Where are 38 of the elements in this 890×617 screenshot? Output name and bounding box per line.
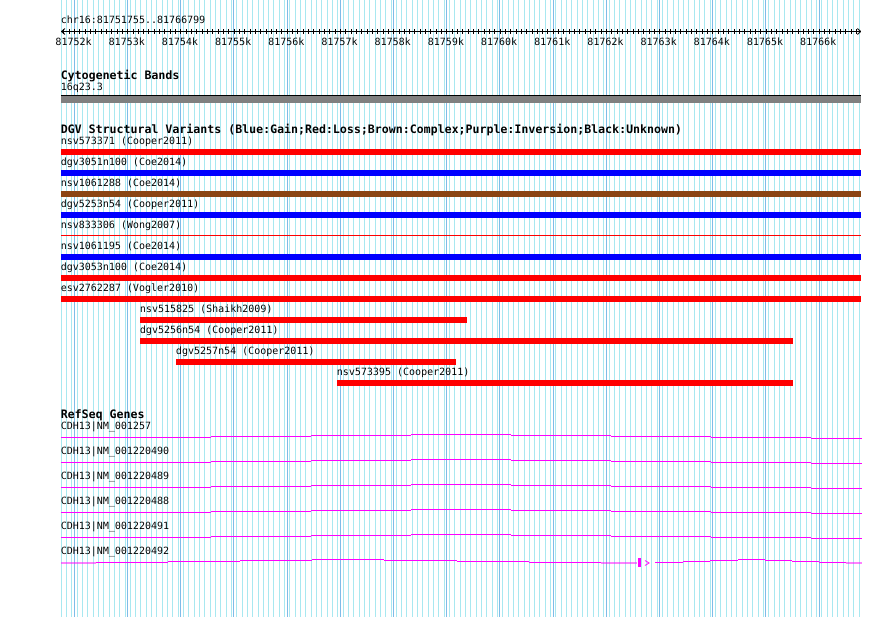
variant-label: dgv5257n54 (Cooper2011) [176, 346, 314, 358]
tick-label: 81757k [321, 37, 358, 49]
tick-label: 81766k [800, 37, 836, 49]
locus-label: chr16:81751755..81766799 [60, 15, 206, 27]
tick-label: 81764k [694, 37, 730, 49]
tick-label: 81755k [214, 37, 252, 49]
tick-label: 81761k [534, 37, 570, 49]
variant-label: nsv1061288 (Coe2014) [60, 178, 182, 190]
variant-label: nsv1061195 (Coe2014) [60, 241, 182, 253]
track-title: RefSeq Genes [60, 407, 144, 421]
variant-label: dgv5253n54 (Cooper2011) [60, 199, 200, 211]
tick-label: 81763k [640, 37, 677, 49]
variant-label: dgv3051n100 (Coe2014) [60, 157, 188, 169]
gene-label: CDH13|NM_001257 [60, 421, 151, 433]
tick-label: 81759k [428, 37, 464, 49]
variant-label: nsv515825 (Shaikh2009) [140, 304, 272, 316]
tick-label: 81758k [374, 37, 411, 49]
variant-label: esv2762287 (Vogler2010) [60, 283, 200, 295]
tick-label: 81760k [480, 37, 518, 49]
band-label: 16q23.3 [60, 82, 103, 94]
tick-label: 81765k [746, 37, 783, 49]
tick-label: 81756k [268, 37, 304, 49]
tick-label: 81754k [162, 37, 198, 49]
tick-label: 81753k [108, 37, 145, 49]
gene-label: CDH13|NM_001220489 [60, 471, 170, 483]
variant-label: nsv573371 (Cooper2011) [60, 136, 194, 148]
gene-label: CDH13|NM_001220492 [60, 546, 170, 558]
gene-label: CDH13|NM_001220490 [60, 446, 170, 458]
track-title: Cytogenetic Bands [60, 68, 180, 82]
variant-label: dgv3053n100 (Coe2014) [60, 262, 188, 274]
tick-label: 81752k [55, 37, 92, 49]
variant-label: dgv5256n54 (Cooper2011) [140, 325, 278, 337]
variant-label: nsv573395 (Cooper2011) [336, 367, 470, 379]
tick-label: 81762k [587, 37, 624, 49]
gene-label: CDH13|NM_001220491 [60, 521, 170, 533]
track-title: DGV Structural Variants (Blue:Gain;Red:Loss;Brown:Complex;Purple:Inversion;Black:Unknown) [60, 122, 682, 136]
variant-label: nsv833306 (Wong2007) [60, 220, 182, 232]
gene-label: CDH13|NM_001220488 [60, 496, 170, 508]
